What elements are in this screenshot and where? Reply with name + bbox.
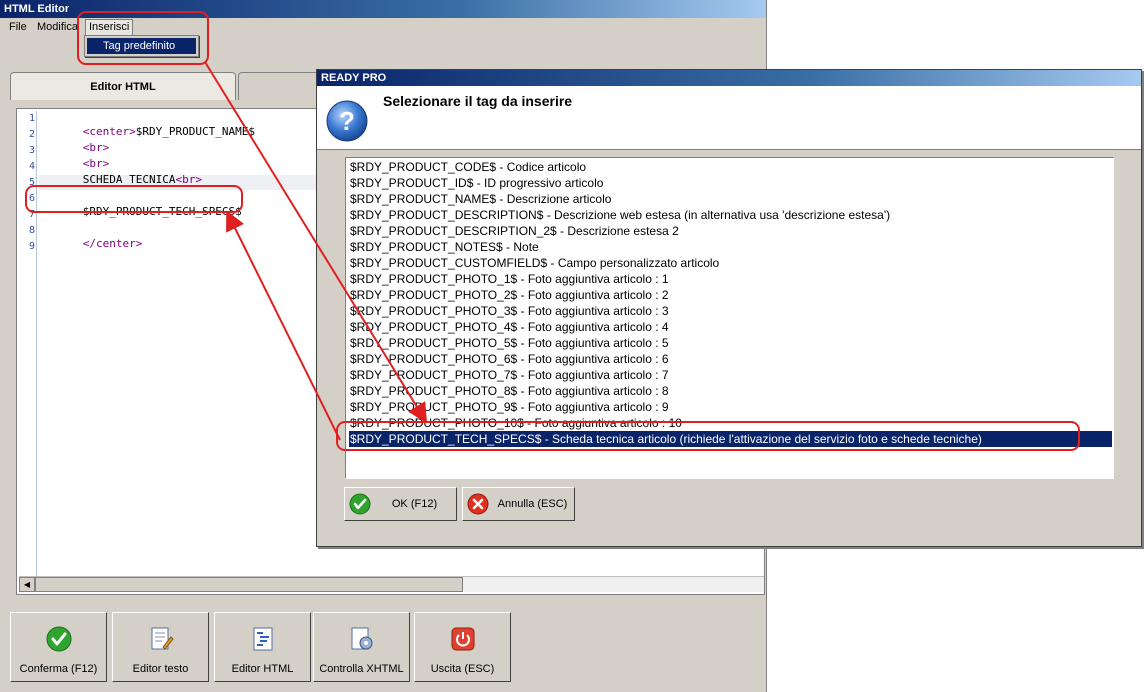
list-item[interactable]: $RDY_PRODUCT_PHOTO_3$ - Foto aggiuntiva … <box>349 303 1112 319</box>
tag-listbox[interactable]: $RDY_PRODUCT_CODE$ - Codice articolo $RDY… <box>345 157 1114 479</box>
code-token: </center> <box>82 237 143 250</box>
line-number: 1 <box>28 113 35 124</box>
menu-inserisci[interactable]: Inserisci <box>85 19 134 36</box>
uscita-label: Uscita (ESC) <box>430 663 495 675</box>
dialog-title: READY PRO <box>321 72 387 84</box>
list-item[interactable]: $RDY_PRODUCT_DESCRIPTION_2$ - Descrizion… <box>349 223 1112 239</box>
edit-document-icon <box>151 627 174 650</box>
editor-title-bar[interactable]: HTML Editor <box>0 0 766 18</box>
editor-title: HTML Editor <box>4 3 70 15</box>
line-number: 3 <box>28 145 35 156</box>
check-icon <box>46 626 72 652</box>
ok-button[interactable]: OK (F12) <box>344 487 457 521</box>
cancel-button[interactable]: Annulla (ESC) <box>462 487 575 521</box>
list-item[interactable]: $RDY_PRODUCT_PHOTO_4$ - Foto aggiuntiva … <box>349 319 1112 335</box>
menu-modifica[interactable]: Modifica <box>34 20 81 34</box>
line-number: 7 <box>28 209 35 220</box>
list-item[interactable]: $RDY_PRODUCT_DESCRIPTION$ - Descrizione … <box>349 207 1112 223</box>
dialog-title-bar[interactable]: READY PRO <box>317 70 1141 86</box>
line-number: 2 <box>28 129 35 140</box>
line-number: 5 <box>28 177 35 188</box>
line-number: 8 <box>28 225 35 236</box>
line-number: 4 <box>28 161 35 172</box>
code-token: <br> <box>175 173 202 186</box>
list-item[interactable]: $RDY_PRODUCT_TECH_SPECS$ - Scheda tecnic… <box>349 431 1112 447</box>
question-icon: ? <box>326 100 368 142</box>
tab-secondary[interactable] <box>238 72 328 100</box>
editor-testo-button[interactable]: Editor testo <box>112 612 209 682</box>
code-token: SCHEDA TECNICA <box>82 173 176 186</box>
tab-editor-html[interactable]: Editor HTML <box>10 72 236 100</box>
controlla-xhtml-label: Controlla XHTML <box>319 663 404 675</box>
list-item[interactable]: $RDY_PRODUCT_PHOTO_6$ - Foto aggiuntiva … <box>349 351 1112 367</box>
html-document-icon <box>253 627 273 651</box>
menu-item-tag-predefinito[interactable]: Tag predefinito <box>87 38 196 54</box>
editor-html-label: Editor HTML <box>231 663 294 675</box>
cancel-label: Annulla (ESC) <box>497 498 568 510</box>
line-number: 9 <box>28 241 35 252</box>
list-item[interactable]: $RDY_PRODUCT_CODE$ - Codice articolo <box>349 159 1112 175</box>
editor-testo-label: Editor testo <box>132 663 189 675</box>
list-item[interactable]: $RDY_PRODUCT_PHOTO_1$ - Foto aggiuntiva … <box>349 271 1112 287</box>
line-number-gutter: 1 2 3 4 5 6 7 8 9 <box>17 111 37 581</box>
uscita-button[interactable]: Uscita (ESC) <box>414 612 511 682</box>
list-item[interactable]: $RDY_PRODUCT_PHOTO_8$ - Foto aggiuntiva … <box>349 383 1112 399</box>
conferma-button[interactable]: Conferma (F12) <box>10 612 107 682</box>
menu-bar: File Modifica Inserisci <box>0 18 766 36</box>
ready-pro-dialog: READY PRO ? Selezionare il tag da inseri… <box>316 69 1142 547</box>
list-item[interactable]: $RDY_PRODUCT_ID$ - ID progressivo artico… <box>349 175 1112 191</box>
dialog-header: ? Selezionare il tag da inserire <box>317 86 1141 150</box>
editor-html-button[interactable]: Editor HTML <box>214 612 311 682</box>
list-item[interactable]: $RDY_PRODUCT_NAME$ - Descrizione articol… <box>349 191 1112 207</box>
dialog-prompt: Selezionare il tag da inserire <box>383 93 573 109</box>
list-item[interactable]: $RDY_PRODUCT_PHOTO_7$ - Foto aggiuntiva … <box>349 367 1112 383</box>
list-item[interactable]: $RDY_PRODUCT_PHOTO_2$ - Foto aggiuntiva … <box>349 287 1112 303</box>
horizontal-scrollbar[interactable]: ◀ <box>19 576 764 592</box>
check-icon <box>349 493 371 515</box>
list-item[interactable]: $RDY_PRODUCT_CUSTOMFIELD$ - Campo person… <box>349 255 1112 271</box>
line-number: 6 <box>28 193 35 204</box>
list-item[interactable]: $RDY_PRODUCT_NOTES$ - Note <box>349 239 1112 255</box>
code-token: $RDY_PRODUCT_TECH_SPECS$ <box>82 205 242 218</box>
ok-label: OK (F12) <box>391 498 438 510</box>
cancel-icon <box>467 493 489 515</box>
controlla-xhtml-button[interactable]: Controlla XHTML <box>313 612 410 682</box>
list-item[interactable]: $RDY_PRODUCT_PHOTO_9$ - Foto aggiuntiva … <box>349 399 1112 415</box>
scrollbar-thumb[interactable] <box>35 577 463 592</box>
validate-document-icon <box>351 627 373 650</box>
code-token: $RDY_PRODUCT_NAME$ <box>135 125 255 138</box>
conferma-label: Conferma (F12) <box>19 663 98 675</box>
list-item[interactable]: $RDY_PRODUCT_PHOTO_5$ - Foto aggiuntiva … <box>349 335 1112 351</box>
svg-text:?: ? <box>339 106 355 136</box>
power-icon <box>451 627 475 651</box>
inserisci-dropdown: Tag predefinito <box>84 35 199 57</box>
list-item[interactable]: $RDY_PRODUCT_PHOTO_10$ - Foto aggiuntiva… <box>349 415 1112 431</box>
scroll-left-icon[interactable]: ◀ <box>19 577 35 592</box>
code-line-8: </center> <box>43 224 143 263</box>
menu-file[interactable]: File <box>6 20 30 34</box>
